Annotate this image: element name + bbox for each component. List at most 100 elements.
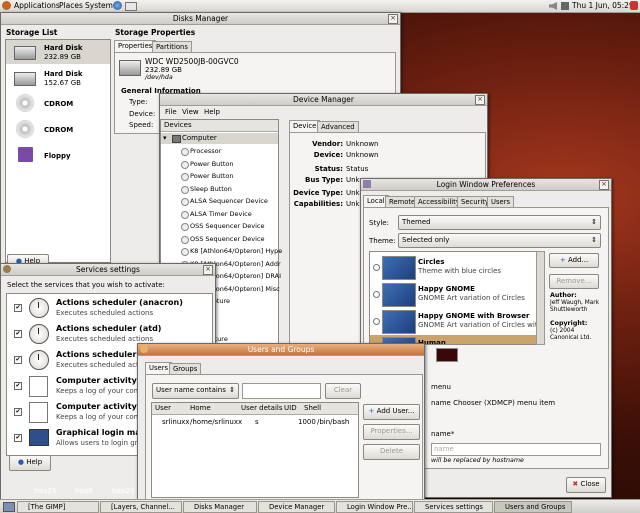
close-button[interactable]: ✖ Close — [566, 477, 606, 493]
logout-icon[interactable] — [630, 1, 638, 10]
window-title: Login Window Preferences — [436, 180, 536, 189]
device-size: 232.89 GB — [44, 53, 81, 61]
tree-node[interactable]: Processor — [161, 146, 278, 157]
volume-icon[interactable] — [549, 2, 557, 10]
tab-properties[interactable]: Properties — [114, 40, 157, 52]
panel-clock[interactable]: Thu 1 Jun, 05:29 — [572, 1, 634, 10]
close-icon[interactable]: × — [475, 95, 485, 105]
list-item-hard-disk-2[interactable]: Hard Disk 152.67 GB — [6, 66, 110, 90]
column-header-shell[interactable]: Shell — [304, 404, 321, 412]
tab-device[interactable]: Device — [289, 120, 321, 132]
list-item-cdrom-2[interactable]: CDROM — [6, 118, 110, 142]
theme-item[interactable]: Happy GNOME with Browser GNOME Art variat… — [370, 308, 536, 334]
theme-combo[interactable]: Selected only ⇕ — [398, 233, 601, 248]
computer-icon — [172, 135, 181, 143]
theme-thumbnail-icon — [382, 256, 416, 280]
theme-item[interactable]: Happy GNOME GNOME Art variation of Circle… — [370, 281, 536, 307]
close-icon[interactable]: × — [203, 265, 213, 275]
tree-node[interactable]: OSS Sequencer Device — [161, 221, 278, 232]
theme-radio[interactable] — [373, 318, 380, 325]
users-groups-titlebar[interactable]: Users and Groups — [138, 344, 424, 356]
menu-help[interactable]: Help — [204, 108, 220, 116]
prop-value: Unk — [346, 189, 360, 197]
tree-node[interactable]: OSS Sequencer Device — [161, 234, 278, 245]
mail-launcher-icon[interactable] — [125, 2, 137, 11]
taskbar-button[interactable]: [The GIMP] — [17, 501, 99, 513]
theme-add-button[interactable]: + Add... — [549, 253, 599, 268]
delete-button[interactable]: Delete — [363, 444, 420, 460]
properties-label: Properties... — [370, 427, 413, 435]
service-checkbox[interactable]: ✔ — [14, 408, 22, 416]
theme-remove-button[interactable]: Remove... — [549, 274, 599, 289]
close-icon[interactable]: × — [388, 14, 398, 24]
menu-system[interactable]: System — [85, 1, 113, 10]
disks-manager-titlebar[interactable]: Disks Manager × — [1, 13, 400, 25]
tree-node[interactable]: ALSA Timer Device — [161, 209, 278, 220]
ubuntu-logo-icon[interactable] — [2, 1, 11, 10]
service-checkbox[interactable]: ✔ — [14, 382, 22, 390]
show-desktop-icon[interactable] — [3, 502, 15, 512]
help-button[interactable]: ● Help — [9, 455, 51, 471]
column-header-home[interactable]: Home — [190, 404, 211, 412]
login-prefs-titlebar[interactable]: Login Window Preferences × — [361, 179, 611, 191]
style-combo-value: Themed — [402, 218, 431, 226]
menu-applications[interactable]: Applications — [14, 1, 60, 10]
filter-combo[interactable]: User name contains ⇕ — [152, 383, 239, 399]
add-user-button[interactable]: + Add User... — [363, 404, 420, 420]
taskbar-button[interactable]: Services settings — [414, 501, 493, 513]
color-swatch[interactable] — [436, 348, 458, 362]
taskbar-button[interactable]: Users and Groups — [494, 501, 572, 513]
taskbar-button[interactable]: Disks Manager — [183, 501, 257, 513]
clear-button[interactable]: Clear — [325, 383, 361, 399]
theme-list-scrollbar[interactable] — [536, 251, 545, 345]
tree-node[interactable]: Sleep Button — [161, 184, 278, 195]
network-icon[interactable] — [561, 2, 569, 10]
theme-thumbnail-icon — [382, 283, 416, 307]
properties-button[interactable]: Properties... — [363, 424, 420, 440]
service-checkbox[interactable]: ✔ — [14, 356, 22, 364]
desktop-icon-hda23[interactable]: hda23 — [34, 487, 56, 495]
service-checkbox[interactable]: ✔ — [14, 304, 22, 312]
service-checkbox[interactable]: ✔ — [14, 330, 22, 338]
style-combo[interactable]: Themed ⇕ — [398, 215, 601, 230]
service-checkbox[interactable]: ✔ — [14, 434, 22, 442]
theme-radio[interactable] — [373, 291, 380, 298]
desktop-icon-hda8[interactable]: hda8 — [75, 487, 93, 495]
column-header-details[interactable]: User details — [241, 404, 283, 412]
taskbar-button[interactable]: Device Manager — [258, 501, 335, 513]
desktop-icon-hdb20[interactable]: hdb20 — [112, 487, 134, 495]
taskbar-button[interactable]: Login Window Pre... — [336, 501, 413, 513]
column-header-user[interactable]: User — [155, 404, 171, 412]
list-item-cdrom-1[interactable]: CDROM — [6, 92, 110, 116]
tree-node-computer[interactable]: ▾ Computer — [161, 133, 278, 144]
table-row[interactable]: srlinuxx /home/srlinuxx s 1000 /bin/bash — [152, 417, 358, 428]
services-titlebar[interactable]: Services settings × — [1, 264, 215, 276]
close-icon[interactable]: × — [599, 180, 609, 190]
tree-node[interactable]: Power Button — [161, 171, 278, 182]
column-header-uid[interactable]: UID — [284, 404, 297, 412]
welcome-entry[interactable]: name — [431, 443, 601, 456]
device-name: Floppy — [44, 152, 71, 160]
expander-icon[interactable]: ▾ — [163, 134, 167, 142]
tab-users[interactable]: Users — [145, 362, 173, 374]
filter-entry[interactable] — [242, 383, 321, 399]
taskbar-button[interactable]: [Layers, Channel... — [100, 501, 182, 513]
list-item-floppy[interactable]: Floppy — [6, 144, 110, 168]
clock-icon — [29, 298, 49, 318]
menu-places[interactable]: Places — [59, 1, 83, 10]
theme-item[interactable]: Circles Theme with blue circles — [370, 254, 536, 280]
service-item[interactable]: ✔ Actions scheduler (anacron) Executes sch… — [7, 296, 212, 321]
tree-node[interactable]: K8 [Athlon64/Opteron] Hype — [161, 246, 282, 257]
window-title: Device Manager — [293, 95, 354, 104]
tree-node[interactable]: Power Button — [161, 159, 278, 170]
devices-column-header[interactable]: Devices — [161, 120, 278, 132]
device-manager-titlebar[interactable]: Device Manager × — [160, 94, 487, 106]
tree-node[interactable]: ALSA Sequencer Device — [161, 196, 278, 207]
browser-launcher-icon[interactable] — [113, 1, 122, 10]
menu-file[interactable]: File — [165, 108, 177, 116]
partial-line-3: name* — [431, 430, 455, 438]
theme-radio[interactable] — [373, 264, 380, 271]
add-user-label: Add User... — [376, 407, 415, 415]
list-item-hard-disk-1[interactable]: Hard Disk 232.89 GB — [6, 40, 110, 64]
menu-view[interactable]: View — [182, 108, 199, 116]
